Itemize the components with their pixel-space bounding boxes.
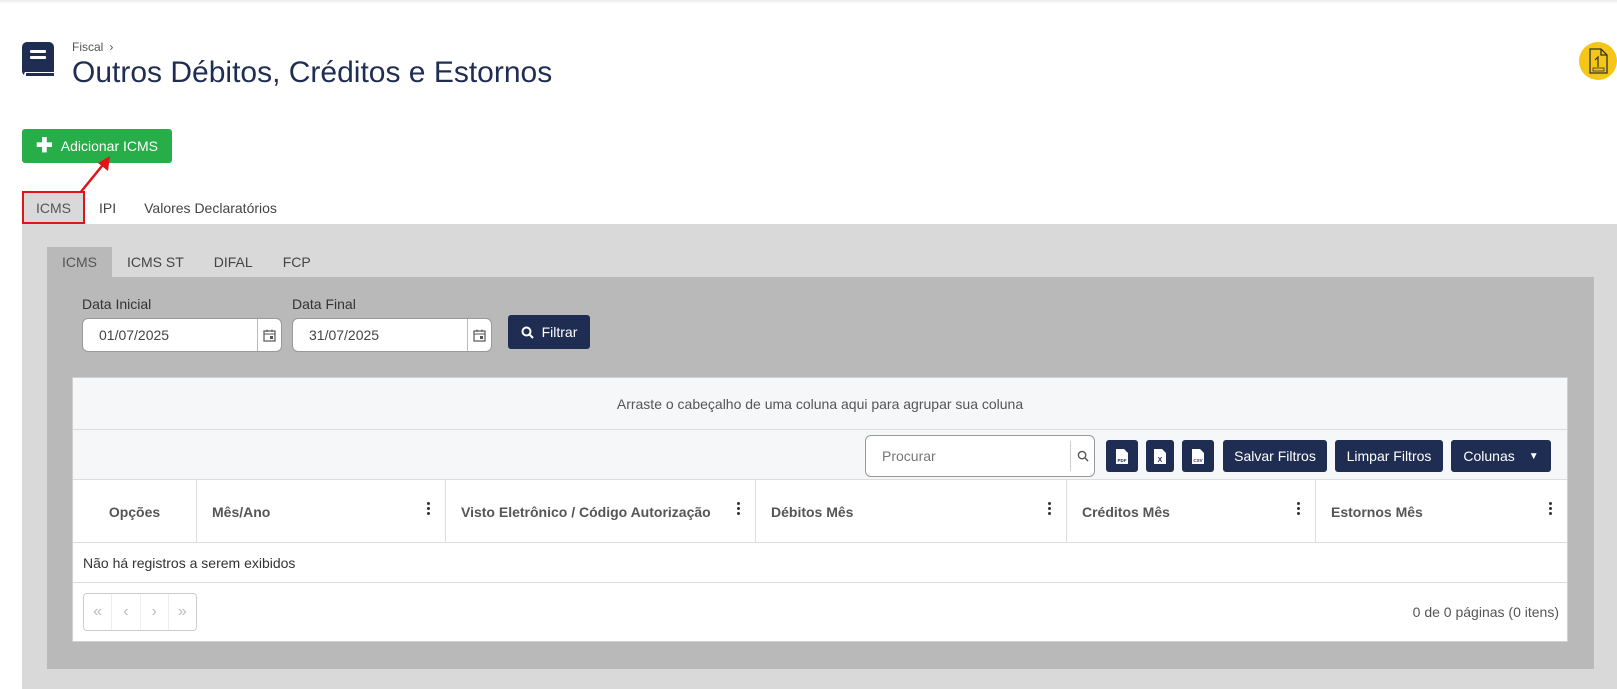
book-icon: [22, 42, 56, 80]
start-date-label: Data Inicial: [82, 296, 152, 312]
column-menu-icon[interactable]: [427, 502, 431, 518]
column-title: Opções: [108, 503, 161, 520]
pdf-label: PDF: [1118, 458, 1127, 463]
search-icon: [521, 326, 534, 339]
csv-file-icon: CSV: [1192, 448, 1204, 464]
breadcrumb-parent[interactable]: Fiscal: [72, 40, 103, 54]
inner-tabs: ICMS ICMS ST DIFAL FCP: [47, 247, 326, 277]
grid-header-row: Opções Mês/Ano Visto Eletrônico / Código…: [73, 480, 1567, 543]
tab-icms[interactable]: ICMS: [22, 191, 85, 224]
column-menu-icon[interactable]: [1549, 502, 1553, 518]
export-excel-button[interactable]: X: [1146, 440, 1174, 472]
last-page-button[interactable]: »: [169, 594, 196, 630]
column-menu-icon[interactable]: [1048, 502, 1052, 518]
end-date-label: Data Final: [292, 296, 356, 312]
column-header-debitos-mes[interactable]: Débitos Mês: [756, 480, 1067, 543]
end-date-field[interactable]: 31/07/2025: [292, 318, 492, 352]
subtab-difal[interactable]: DIFAL: [199, 247, 268, 277]
page-title: Outros Débitos, Créditos e Estornos: [72, 56, 553, 89]
first-page-button[interactable]: «: [84, 594, 113, 630]
column-header-estornos-mes[interactable]: Estornos Mês: [1316, 480, 1567, 543]
prev-page-button[interactable]: ‹: [112, 594, 141, 630]
start-date-field[interactable]: 01/07/2025: [82, 318, 282, 352]
column-title: Visto Eletrônico / Código Autorização: [461, 503, 711, 520]
column-title: Mês/Ano: [212, 503, 271, 520]
export-pdf-button[interactable]: PDF: [1106, 440, 1138, 472]
search-icon[interactable]: [1070, 441, 1094, 471]
excel-file-icon: X: [1154, 448, 1166, 464]
subtab-icms[interactable]: ICMS: [47, 247, 112, 277]
chevron-right-icon: ›: [109, 40, 114, 54]
column-menu-icon[interactable]: [737, 502, 741, 518]
columns-label: Colunas: [1463, 448, 1515, 464]
excel-label: X: [1158, 457, 1163, 464]
column-header-mes-ano[interactable]: Mês/Ano: [197, 480, 446, 543]
export-csv-button[interactable]: CSV: [1182, 440, 1214, 472]
calendar-icon[interactable]: [467, 319, 491, 351]
pdf-file-icon: PDF: [1116, 448, 1128, 464]
pager: « ‹ › »: [83, 593, 197, 631]
outer-tabs: ICMS IPI Valores Declaratórios: [22, 191, 291, 224]
empty-message: Não há registros a serem exibidos: [73, 543, 1567, 583]
plus-icon: ✚: [35, 135, 53, 157]
column-menu-icon[interactable]: [1297, 502, 1301, 518]
subtab-icms-st[interactable]: ICMS ST: [112, 247, 199, 277]
column-title: Débitos Mês: [771, 503, 854, 520]
next-page-button[interactable]: ›: [141, 594, 169, 630]
breadcrumb: Fiscal ›: [72, 40, 113, 54]
column-header-opcoes[interactable]: Opções: [73, 480, 197, 543]
group-panel[interactable]: Arraste o cabeçalho de uma coluna aqui p…: [73, 378, 1567, 430]
columns-dropdown-button[interactable]: Colunas ▼: [1451, 440, 1551, 472]
start-date-value: 01/07/2025: [99, 327, 170, 343]
tab-ipi[interactable]: IPI: [85, 191, 130, 224]
top-shadow: [0, 0, 1617, 4]
csv-label: CSV: [1193, 458, 1202, 463]
data-grid: Arraste o cabeçalho de uma coluna aqui p…: [72, 377, 1568, 642]
clear-filters-button[interactable]: Limpar Filtros: [1335, 440, 1443, 472]
column-header-creditos-mes[interactable]: Créditos Mês: [1067, 480, 1316, 543]
save-filters-button[interactable]: Salvar Filtros: [1223, 440, 1327, 472]
calendar-icon[interactable]: [257, 319, 281, 351]
end-date-value: 31/07/2025: [309, 327, 380, 343]
column-title: Créditos Mês: [1082, 503, 1170, 520]
document-help-icon[interactable]: [1579, 42, 1617, 80]
page-info: 0 de 0 páginas (0 itens): [1412, 604, 1559, 620]
grid-toolbar: Procurar PDF X CSV Salvar Filtros Limpar…: [73, 430, 1567, 480]
column-title: Estornos Mês: [1331, 503, 1423, 520]
filter-button[interactable]: Filtrar: [508, 315, 590, 349]
search-field[interactable]: Procurar: [865, 435, 1095, 477]
add-icms-label: Adicionar ICMS: [60, 138, 159, 154]
caret-down-icon: ▼: [1528, 450, 1539, 462]
annotation-arrow: [79, 156, 110, 194]
subtab-fcp[interactable]: FCP: [268, 247, 326, 277]
column-header-visto-eletronico[interactable]: Visto Eletrônico / Código Autorização: [446, 480, 756, 543]
filter-label: Filtrar: [541, 324, 578, 340]
tab-valores-declaratorios[interactable]: Valores Declaratórios: [130, 191, 291, 224]
search-placeholder: Procurar: [882, 448, 936, 464]
